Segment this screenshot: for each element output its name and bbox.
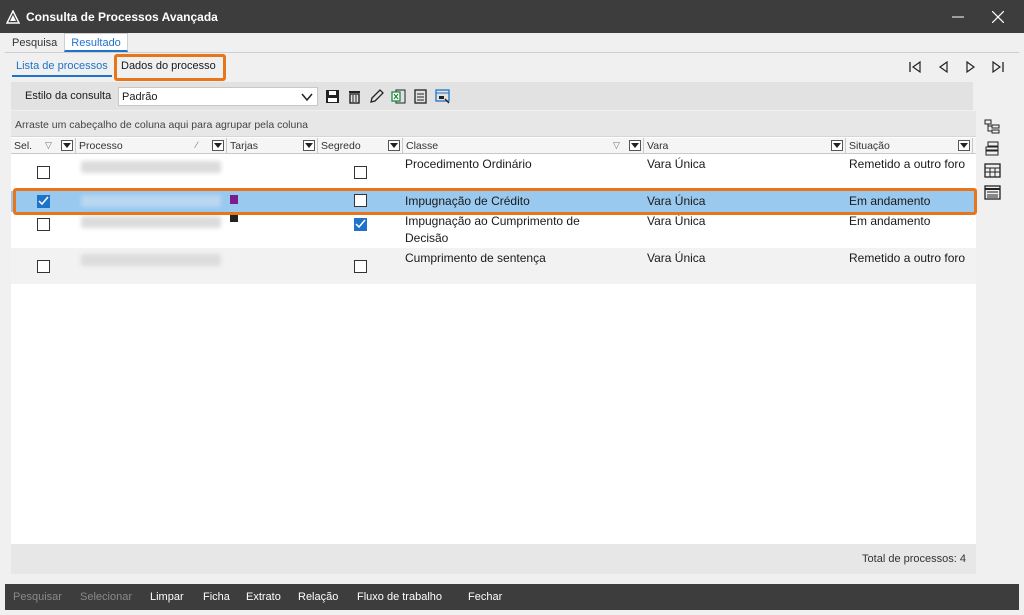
selecionar-button[interactable]: Selecionar: [80, 591, 132, 603]
pesquisar-button[interactable]: Pesquisar: [13, 591, 62, 603]
column-header-classe[interactable]: Classe ▽: [403, 138, 644, 154]
cell-vara: Vara Única: [647, 214, 706, 228]
redacted-process-number: [81, 161, 221, 173]
action-bar: Pesquisar Selecionar Limpar Ficha Extrat…: [5, 584, 1019, 610]
selected-row-highlight: [13, 188, 977, 215]
column-filter-button[interactable]: [212, 140, 224, 151]
save-icon[interactable]: [324, 88, 341, 105]
chevron-down-icon: [960, 143, 968, 148]
title-bar: Consulta de Processos Avançada: [0, 0, 1024, 33]
fluxo-de-trabalho-button[interactable]: Fluxo de trabalho: [357, 591, 442, 603]
column-filter-button[interactable]: [61, 140, 73, 151]
table-row[interactable]: Procedimento Ordinário Vara Única Remeti…: [11, 155, 976, 191]
window-title: Consulta de Processos Avançada: [26, 9, 218, 24]
column-filter-button[interactable]: [958, 140, 970, 151]
row-select-checkbox[interactable]: [37, 260, 50, 273]
edit-pencil-icon[interactable]: [368, 88, 385, 105]
group-hint-text: Arraste um cabeçalho de coluna aqui para…: [15, 119, 309, 131]
cell-classe: Impugnação ao Cumprimento de Decisão: [405, 214, 580, 245]
chevron-down-icon: [214, 143, 222, 148]
tab-pesquisa[interactable]: Pesquisa: [5, 33, 64, 52]
minimize-icon: [952, 16, 964, 17]
row-segredo-checkbox: [354, 166, 367, 179]
layers-icon[interactable]: [984, 141, 1001, 156]
group-by-area[interactable]: Arraste um cabeçalho de coluna aqui para…: [11, 111, 976, 137]
column-header-processo[interactable]: Processo ⁄: [76, 138, 227, 154]
result-panel: Lista de processos Dados do processo Est…: [5, 52, 1019, 582]
grid-header: Sel. ▽ Processo ⁄ Tarjas Segredo Classe …: [11, 138, 976, 154]
app-logo-icon: [6, 9, 20, 24]
redacted-process-number: [81, 254, 221, 266]
trash-icon[interactable]: [346, 88, 363, 105]
table-grid-icon[interactable]: [984, 163, 1001, 178]
limpar-button[interactable]: Limpar: [150, 591, 184, 603]
column-filter-button[interactable]: [388, 140, 400, 151]
close-icon: [992, 10, 1004, 23]
cell-vara: Vara Única: [647, 251, 706, 265]
column-filter-button[interactable]: [831, 140, 843, 151]
cell-situacao: Remetido a outro foro: [849, 157, 966, 171]
cell-situacao: Remetido a outro foro: [849, 251, 966, 265]
window-config-icon[interactable]: [434, 88, 451, 105]
estilo-select[interactable]: Padrão: [118, 87, 318, 106]
first-page-icon[interactable]: [908, 60, 922, 74]
column-filter-button[interactable]: [629, 140, 641, 151]
cell-classe: Procedimento Ordinário: [405, 157, 532, 171]
close-button[interactable]: [978, 0, 1018, 33]
column-header-situacao[interactable]: Situação: [846, 138, 973, 154]
estilo-label: Estilo da consulta: [25, 90, 112, 102]
extrato-button[interactable]: Extrato: [246, 591, 281, 603]
column-header-vara[interactable]: Vara: [644, 138, 846, 154]
fechar-button[interactable]: Fechar: [468, 591, 502, 603]
checkmark-icon: [355, 219, 366, 229]
total-processos: Total de processos: 4: [862, 553, 966, 565]
table-row[interactable]: Impugnação ao Cumprimento de Decisão Var…: [11, 212, 976, 248]
chevron-down-icon: [305, 143, 313, 148]
tree-view-icon[interactable]: [984, 119, 1001, 134]
list-view-icon[interactable]: [984, 185, 1001, 200]
column-filter-button[interactable]: [303, 140, 315, 151]
consulta-toolbar: Estilo da consulta Padrão: [11, 82, 973, 110]
table-row[interactable]: Cumprimento de sentença Vara Única Remet…: [11, 248, 976, 284]
export-excel-icon[interactable]: [390, 88, 407, 105]
chevron-down-icon: [63, 143, 71, 148]
process-grid: Arraste um cabeçalho de coluna aqui para…: [11, 111, 977, 544]
chevron-down-icon: [390, 143, 398, 148]
cell-vara: Vara Única: [647, 157, 706, 171]
tab-lista-de-processos[interactable]: Lista de processos: [12, 57, 112, 77]
next-page-icon[interactable]: [963, 60, 977, 74]
last-page-icon[interactable]: [991, 60, 1005, 74]
chevron-down-icon: [301, 93, 313, 102]
chevron-down-icon: [631, 143, 639, 148]
row-segredo-checkbox: [354, 218, 367, 231]
minimize-button[interactable]: [938, 0, 978, 33]
chevron-down-icon: [833, 143, 841, 148]
column-header-segredo[interactable]: Segredo: [318, 138, 403, 154]
redacted-process-number: [81, 216, 221, 228]
estilo-value: Padrão: [122, 91, 158, 103]
filter-funnel-icon: ▽: [45, 140, 52, 150]
filter-funnel-icon: ▽: [613, 140, 620, 150]
column-header-sel[interactable]: Sel. ▽: [11, 138, 76, 154]
outer-tab-bar: Pesquisa Resultado: [5, 33, 128, 52]
row-select-checkbox[interactable]: [37, 166, 50, 179]
sort-indicator-icon: ⁄: [196, 140, 198, 150]
previous-page-icon[interactable]: [937, 60, 951, 74]
relacao-button[interactable]: Relação: [298, 591, 338, 603]
document-list-icon[interactable]: [412, 88, 429, 105]
cell-classe: Cumprimento de sentença: [405, 251, 546, 265]
tab-resultado[interactable]: Resultado: [64, 33, 128, 52]
row-segredo-checkbox: [354, 260, 367, 273]
column-header-tarjas[interactable]: Tarjas: [227, 138, 318, 154]
grid-footer: Total de processos: 4: [11, 544, 976, 574]
cell-situacao: Em andamento: [849, 214, 931, 228]
dados-tab-highlight: [114, 54, 226, 81]
ficha-button[interactable]: Ficha: [203, 591, 230, 603]
row-select-checkbox[interactable]: [37, 218, 50, 231]
